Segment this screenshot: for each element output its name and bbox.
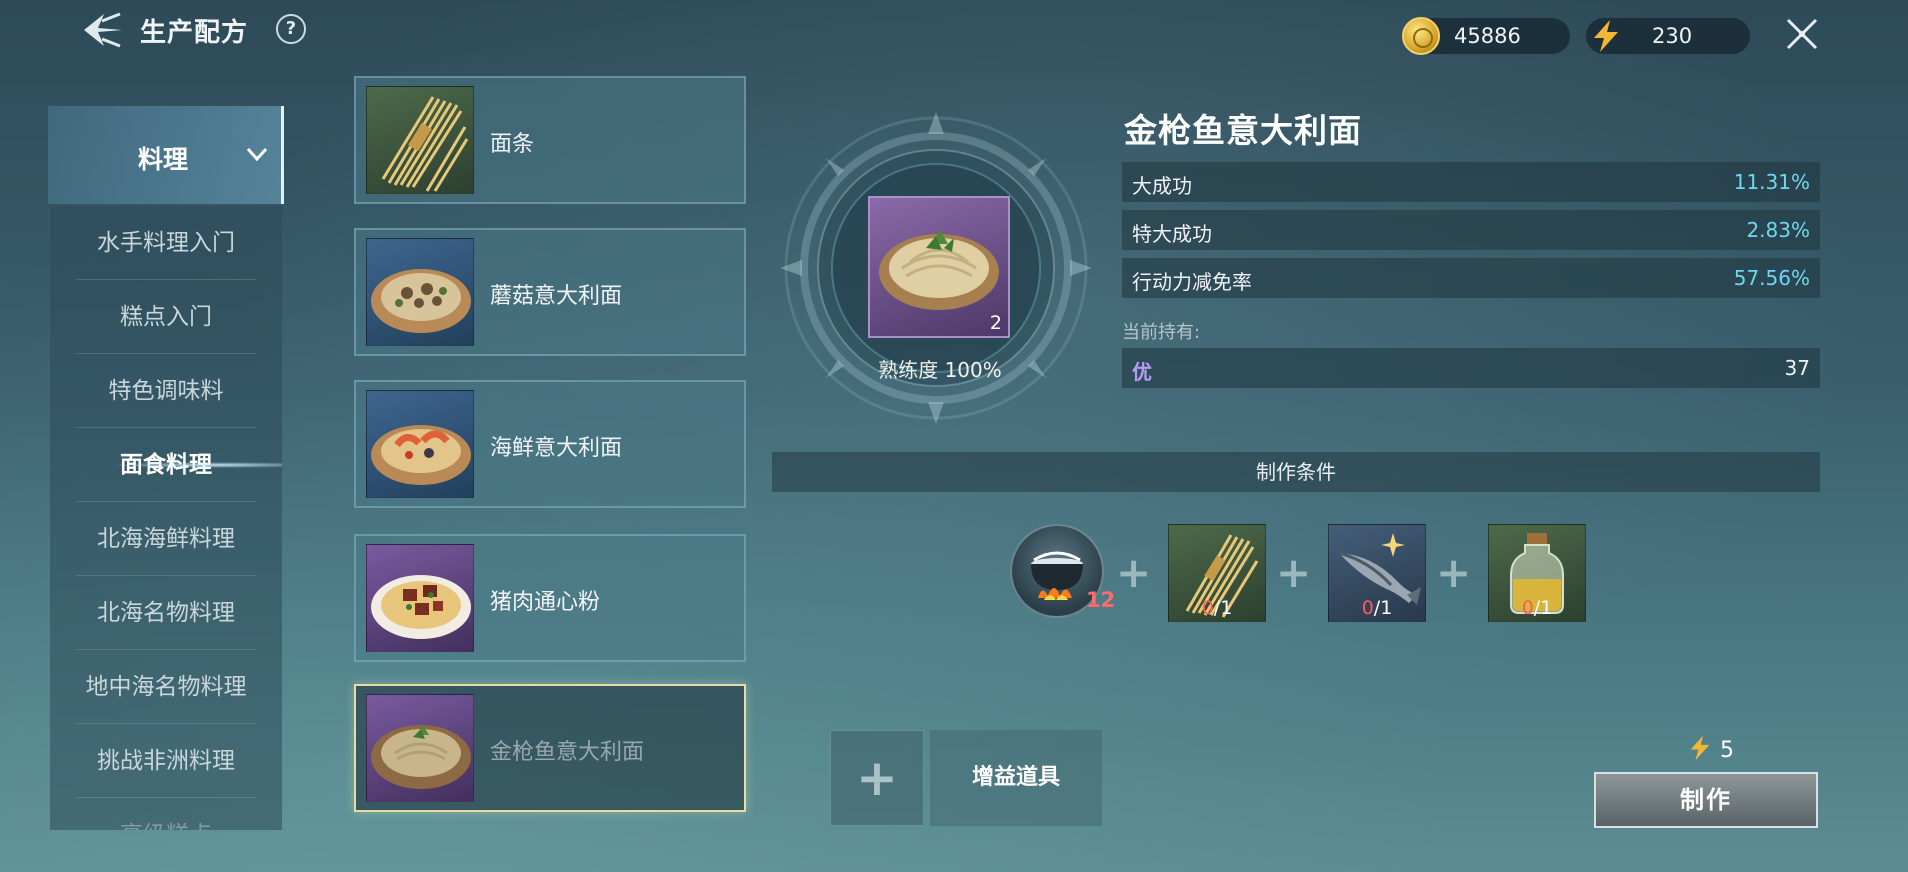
subcategory-item[interactable]: 北海海鲜料理 xyxy=(50,502,282,576)
ingredient-slot-oil[interactable]: 0/1 xyxy=(1488,524,1586,622)
stat-row-energy-reduction: 行动力减免率 57.56% xyxy=(1122,258,1820,298)
plus-icon: + xyxy=(856,749,898,807)
recipe-item-noodles[interactable]: 面条 xyxy=(354,76,746,204)
chevron-down-icon xyxy=(246,147,268,162)
energy-value: 230 xyxy=(1652,24,1693,48)
help-button[interactable]: ? xyxy=(276,14,306,44)
header: 生产配方 ? 45886 230 xyxy=(0,0,1908,60)
boost-items-button[interactable]: 增益道具 xyxy=(930,730,1102,826)
plus-icon: + xyxy=(1116,548,1152,597)
holding-label: 当前持有: xyxy=(1122,322,1201,343)
recipe-item-seafood-pasta[interactable]: 海鲜意大利面 xyxy=(354,380,746,508)
subcategory-item[interactable]: 高级糕点 xyxy=(50,798,282,830)
energy-counter: 230 xyxy=(1586,18,1750,54)
recipe-name: 猪肉通心粉 xyxy=(490,590,601,615)
category-label: 料理 xyxy=(138,145,189,174)
ingredient-slot-noodles[interactable]: 0/1 xyxy=(1168,524,1266,622)
recipe-item-mushroom-pasta[interactable]: 蘑菇意大利面 xyxy=(354,228,746,356)
recipe-name: 海鲜意大利面 xyxy=(490,436,623,461)
subcategory-item[interactable]: 北海名物料理 xyxy=(50,576,282,650)
energy-cost-value: 5 xyxy=(1720,738,1734,763)
gold-coin-icon xyxy=(1402,17,1440,55)
subcategory-item[interactable]: 糕点入门 xyxy=(50,280,282,354)
plus-icon: + xyxy=(1276,548,1312,597)
add-boost-slot[interactable]: + xyxy=(830,730,924,826)
recipe-item-tuna-pasta[interactable]: 金枪鱼意大利面 xyxy=(354,684,746,812)
holding-count: 37 xyxy=(1784,356,1810,380)
recipe-name: 金枪鱼意大利面 xyxy=(490,740,645,765)
stat-row-great-success: 大成功 11.31% xyxy=(1122,162,1820,202)
subcategory-item[interactable]: 挑战非洲料理 xyxy=(50,724,282,798)
conditions-header: 制作条件 xyxy=(772,452,1820,492)
category-nav: 料理 水手料理入门 糕点入门 特色调味料 面食料理 北海海鲜料理 北海名物料理 … xyxy=(48,106,284,830)
noodles-icon xyxy=(366,86,474,194)
recipe-name: 面条 xyxy=(490,132,535,157)
stat-row-huge-success: 特大成功 2.83% xyxy=(1122,210,1820,250)
tuna-pasta-icon xyxy=(879,230,999,310)
back-button[interactable] xyxy=(80,10,126,50)
subcategory-item[interactable]: 地中海名物料理 xyxy=(50,650,282,724)
back-arrow-icon xyxy=(84,12,122,48)
subcategory-item[interactable]: 特色调味料 xyxy=(50,354,282,428)
lightning-icon xyxy=(1594,20,1618,52)
energy-cost: 5 xyxy=(1686,734,1734,763)
tuna-pasta-icon xyxy=(366,694,474,802)
page-title: 生产配方 xyxy=(140,18,249,48)
subcategory-item[interactable]: 水手料理入门 xyxy=(50,206,282,280)
subcategory-item-active[interactable]: 面食料理 xyxy=(50,428,282,502)
gold-value: 45886 xyxy=(1454,24,1521,48)
product-count: 2 xyxy=(989,312,1002,334)
seafood-pasta-icon xyxy=(366,390,474,498)
dish-title: 金枪鱼意大利面 xyxy=(1124,111,1362,150)
ingredient-slot-tuna[interactable]: 0/1 xyxy=(1328,524,1426,622)
product-slot[interactable]: 2 xyxy=(868,196,1010,338)
category-dropdown[interactable]: 料理 xyxy=(48,106,284,204)
recipe-item-pork-macaroni[interactable]: 猪肉通心粉 xyxy=(354,534,746,662)
close-button[interactable] xyxy=(1784,16,1820,52)
gold-counter: 45886 xyxy=(1402,17,1570,55)
recipe-name: 蘑菇意大利面 xyxy=(490,284,623,309)
tool-count: 12 xyxy=(1086,588,1116,612)
make-button[interactable]: 制作 xyxy=(1594,772,1818,828)
pork-macaroni-icon xyxy=(366,544,474,652)
subcategory-list[interactable]: 水手料理入门 糕点入门 特色调味料 面食料理 北海海鲜料理 北海名物料理 地中海… xyxy=(50,206,282,830)
plus-icon: + xyxy=(1436,548,1472,597)
quality-label: 优 xyxy=(1132,360,1152,384)
close-icon xyxy=(1786,18,1818,50)
proficiency-label: 熟练度 100% xyxy=(878,358,1002,382)
mushroom-pasta-icon xyxy=(366,238,474,346)
lightning-icon xyxy=(1690,735,1710,761)
holding-row: 优 37 xyxy=(1122,348,1820,388)
